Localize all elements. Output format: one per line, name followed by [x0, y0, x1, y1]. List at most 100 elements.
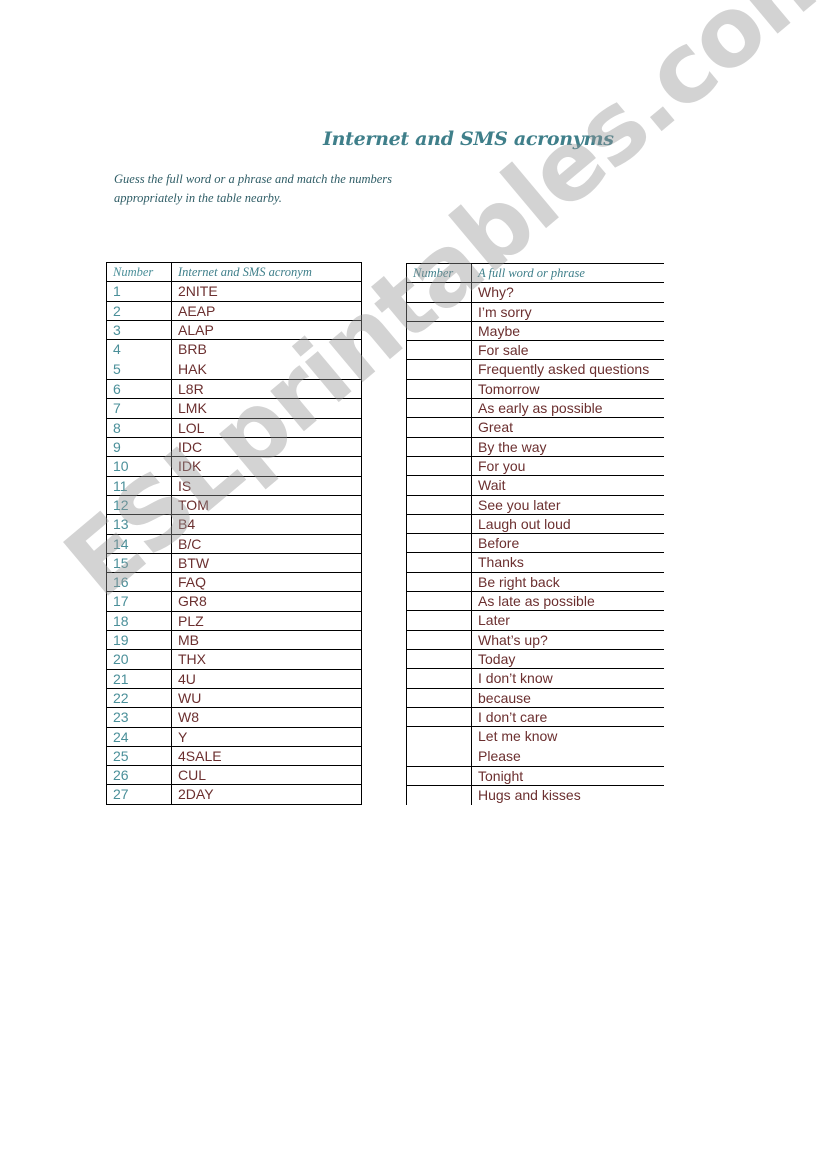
phrase-table: Number A full word or phrase Why? I’m sor… [406, 262, 665, 805]
row-phrase: I’m sorry [471, 302, 664, 322]
answer-number-cell[interactable] [406, 282, 472, 303]
answer-number-cell[interactable] [406, 302, 472, 322]
row-phrase: See you later [471, 495, 664, 515]
answer-number-cell[interactable] [406, 379, 472, 400]
row-number: 27 [106, 784, 172, 805]
table-row: 15 BTW [106, 552, 362, 574]
row-acronym: 2DAY [171, 784, 362, 805]
answer-number-cell[interactable] [406, 456, 472, 477]
table-row: Hugs and kisses [406, 785, 665, 805]
answer-number-cell[interactable] [406, 707, 472, 728]
row-acronym: L8R [171, 379, 362, 400]
answer-number-cell[interactable] [406, 688, 472, 708]
answer-number-cell[interactable] [406, 766, 472, 787]
table-header-row: Number A full word or phrase [406, 262, 664, 284]
row-acronym: WU [171, 687, 362, 709]
table-row: 2 AEAP [106, 300, 362, 321]
row-number: 13 [106, 514, 172, 535]
table-row: 23 W8 [106, 707, 362, 728]
row-number: 17 [106, 591, 172, 612]
row-acronym: MB [171, 630, 362, 651]
page-title: Internet and SMS acronyms [323, 128, 614, 150]
answer-number-cell[interactable] [406, 668, 472, 689]
row-acronym: ALAP [171, 319, 362, 341]
table-row: Be right back [406, 572, 664, 593]
answer-number-cell[interactable] [406, 437, 472, 457]
row-number: 6 [106, 379, 172, 400]
row-phrase: By the way [471, 437, 664, 457]
answer-number-cell[interactable] [406, 475, 472, 496]
row-acronym: THX [171, 649, 362, 670]
answer-number-cell[interactable] [406, 533, 472, 554]
table-row: 21 4U [106, 668, 362, 689]
row-number: 19 [106, 630, 172, 651]
table-row: Let me know Please [406, 726, 664, 768]
instructions: Guess the full word or a phrase and matc… [114, 170, 434, 208]
answer-number-cell[interactable] [406, 726, 472, 768]
table-row: Before [406, 533, 664, 554]
row-acronym: 4SALE [171, 745, 362, 767]
answer-number-cell[interactable] [406, 359, 472, 380]
row-number: 2 [106, 300, 172, 321]
row-acronym: GR8 [171, 591, 362, 612]
row-phrase: For sale [471, 340, 664, 361]
answer-number-cell[interactable] [406, 630, 472, 650]
row-phrase: Tonight [471, 766, 664, 787]
row-number: 45 [106, 339, 172, 381]
table-row: 1 2NITE [106, 281, 362, 302]
row-acronym: B4 [171, 514, 362, 535]
acronym-table: Number Internet and SMS acronym 1 2NITE 2 A… [106, 261, 362, 805]
row-acronym: W8 [171, 707, 362, 728]
answer-number-cell[interactable] [406, 649, 472, 670]
column-header-number: Number [406, 262, 472, 284]
row-acronym: CUL [171, 765, 362, 786]
table-row: By the way [406, 437, 664, 457]
row-phrase: Later [471, 610, 664, 631]
table-row: 6 L8R [106, 379, 362, 400]
table-row: Laugh out loud [406, 514, 664, 535]
table-row: 16 FAQ [106, 572, 362, 593]
row-number: 14 [106, 533, 172, 554]
table-header-row: Number Internet and SMS acronym [106, 261, 362, 283]
table-row: 3 ALAP [106, 319, 362, 341]
row-acronym: PLZ [171, 610, 362, 632]
table-row: 11 IS [106, 475, 362, 496]
answer-number-cell[interactable] [406, 321, 472, 342]
row-number: 1 [106, 281, 172, 302]
column-header-phrase: A full word or phrase [471, 262, 664, 284]
table-row: Great [406, 417, 664, 438]
answer-number-cell[interactable] [406, 785, 472, 805]
row-phrase: Today [471, 649, 664, 670]
table-row: 7 LMK [106, 398, 362, 419]
answer-number-cell[interactable] [406, 514, 472, 535]
row-number: 20 [106, 649, 172, 670]
row-acronym: FAQ [171, 572, 362, 593]
row-phrase: Wait [471, 475, 664, 496]
answer-number-cell[interactable] [406, 591, 472, 612]
answer-number-cell[interactable] [406, 572, 472, 593]
table-row: Maybe [406, 321, 664, 342]
row-phrase: Great [471, 417, 664, 438]
table-row: Tonight [406, 766, 664, 787]
row-phrase: I don’t know [471, 668, 664, 689]
table-row: As late as possible [406, 591, 664, 612]
row-number: 8 [106, 417, 172, 439]
row-acronym: BRB HAK [171, 339, 362, 381]
table-row: I don’t know [406, 668, 664, 689]
answer-number-cell[interactable] [406, 417, 472, 438]
row-acronym: LMK [171, 398, 362, 419]
row-phrase: What’s up? [471, 630, 664, 650]
answer-number-cell[interactable] [406, 340, 472, 361]
table-row: Tomorrow [406, 379, 664, 400]
table-row: For sale [406, 340, 664, 361]
answer-number-cell[interactable] [406, 398, 472, 419]
answer-number-cell[interactable] [406, 552, 472, 573]
row-number: 7 [106, 398, 172, 419]
answer-number-cell[interactable] [406, 610, 472, 631]
row-number: 15 [106, 552, 172, 574]
table-row: As early as possible [406, 398, 664, 419]
table-row: 20 THX [106, 649, 362, 670]
row-acronym: Y [171, 726, 362, 747]
table-row: 9 IDC [106, 437, 362, 458]
answer-number-cell[interactable] [406, 495, 472, 515]
